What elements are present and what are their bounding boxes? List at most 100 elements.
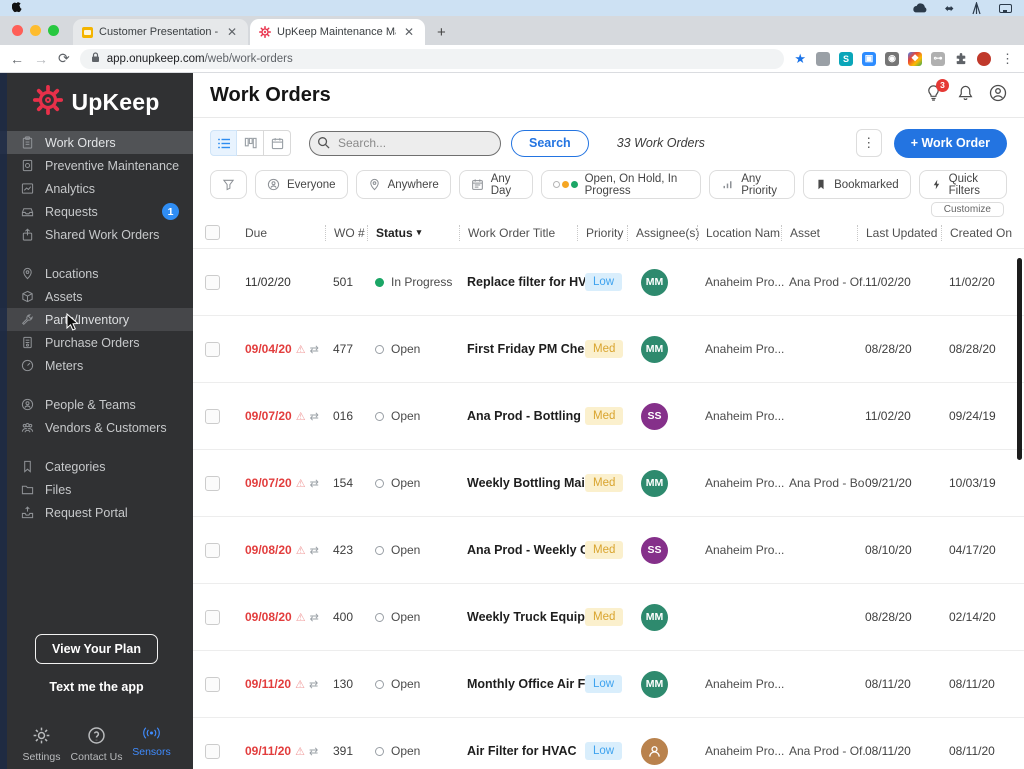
sidebar-item-purchase-orders[interactable]: Purchase Orders [0,331,193,354]
sidebar-item-request-portal[interactable]: Request Portal [0,501,193,524]
sidebar-item-analytics[interactable]: Analytics [0,177,193,200]
list-view-button[interactable] [210,130,237,156]
browser-tab-1[interactable]: Customer Presentation - Goo ✕ [73,19,248,45]
work-order-row[interactable]: 09/08/20 ⚠ ⇄ 400 Open Weekly Truck Equip... Me… [193,584,1024,651]
column-header-due[interactable]: Due [245,225,333,241]
column-header-assignee-s-[interactable]: Assignee(s) [627,224,705,241]
ext-puzzle-icon[interactable] [954,52,968,66]
column-header-last-updated[interactable]: Last Updated [857,224,949,241]
board-view-button[interactable] [237,130,264,156]
row-checkbox[interactable] [205,542,220,558]
filter-chip-statuses[interactable]: Open, On Hold, In Progress [540,170,702,199]
row-checkbox[interactable] [205,274,220,290]
row-checkbox[interactable] [205,475,220,491]
sidebar-item-files[interactable]: Files [0,478,193,501]
work-order-title-cell[interactable]: Monthly Office Air Fil... [467,677,585,691]
quick-filters-button[interactable]: Quick Filters [918,170,1007,199]
row-checkbox[interactable] [205,341,220,357]
browser-tab-2[interactable]: UpKeep Maintenance Manage ✕ [250,19,425,45]
reload-button[interactable]: ⟳ [58,50,70,67]
work-order-row[interactable]: 11/02/20 501 In Progress Replace filter for… [193,249,1024,316]
ext-camera-icon[interactable]: ◉ [885,51,899,66]
work-order-row[interactable]: 09/07/20⚠⇄ 016 OpenAna Prod - Bottling Li.… [193,383,1024,450]
text-me-the-app-link[interactable]: Text me the app [49,680,143,694]
sidebar-item-parts-inventory[interactable]: Parts/Inventory [0,308,193,331]
sidebar-item-requests[interactable]: Requests 1 [0,200,193,223]
ext-gray-icon[interactable] [816,51,830,66]
work-order-row[interactable]: 09/04/20⚠⇄477OpenFirst Friday PM ChecksM… [193,316,1024,383]
apple-icon[interactable] [12,1,23,15]
work-order-title-cell[interactable]: Ana Prod - Bottling Li... [467,409,585,423]
assignee-avatar[interactable] [641,737,668,765]
work-order-row[interactable]: 09/11/20 ⚠ ⇄ 391 Open Air Filter for HVAC Low A… [193,718,1024,769]
notifications-bell-icon[interactable] [957,84,974,107]
minimize-window-button[interactable] [30,25,41,36]
work-order-title-cell[interactable]: Ana Prod - Weekly Ca... [467,543,585,557]
assignee-avatar[interactable]: MM [641,268,668,296]
filter-chip-filter[interactable] [210,170,247,199]
lock-icon[interactable] [91,51,100,66]
sidebar-item-assets[interactable]: Assets [0,285,193,308]
sidebar-item-categories[interactable]: Categories [0,455,193,478]
search-input[interactable] [309,130,501,156]
tab-close-icon[interactable]: ✕ [225,25,239,39]
ext-s-icon[interactable]: S [839,51,853,66]
account-icon[interactable] [989,84,1007,107]
assignee-avatar[interactable]: MM [641,670,668,698]
more-options-button[interactable]: ⋮ [855,129,882,157]
sidebar-footer-contact-us[interactable]: Contact Us [69,726,124,763]
whats-new-bulb-icon[interactable]: 3 [925,78,949,107]
work-order-title-cell[interactable]: Weekly Bottling Main... [467,476,585,490]
assignee-avatar[interactable]: SS [641,402,668,430]
calendar-view-button[interactable] [264,130,291,156]
filter-chip-anywhere[interactable]: Anywhere [355,170,451,199]
sidebar-item-people-teams[interactable]: People & Teams [0,393,193,416]
column-header-asset[interactable]: Asset [781,224,865,241]
work-order-row[interactable]: 09/08/20⚠⇄ 423 OpenAna Prod - Weekly Ca...… [193,517,1024,584]
sidebar-item-locations[interactable]: Locations [0,262,193,285]
search-button[interactable]: Search [511,129,589,157]
filter-chip-everyone[interactable]: Everyone [255,170,348,199]
address-bar[interactable]: app.onupkeep.com/web/work-orders [79,48,785,69]
work-order-title-cell[interactable]: Replace filter for HVAC [467,275,585,289]
profile-avatar-icon[interactable] [977,51,991,66]
work-order-row[interactable]: 09/07/20⚠⇄ 154 OpenWeekly Bottling Main...… [193,450,1024,517]
shortcuts-icon[interactable] [971,1,982,15]
screen-mirroring-icon[interactable] [999,3,1012,13]
back-button[interactable]: ← [10,51,24,67]
sidebar-footer-sensors[interactable]: Sensors [124,726,179,763]
row-checkbox[interactable] [205,743,220,759]
assignee-avatar[interactable]: MM [641,335,668,363]
sidebar-footer-settings[interactable]: Settings [14,726,69,763]
cloud-icon[interactable] [912,2,928,14]
zoom-window-button[interactable] [48,25,59,36]
work-order-title-cell[interactable]: First Friday PM Checks [467,342,585,356]
column-header-created-on[interactable]: Created On [941,224,1024,241]
scrollbar-thumb[interactable] [1017,258,1022,460]
view-your-plan-button[interactable]: View Your Plan [35,634,158,664]
work-order-title-cell[interactable]: Weekly Truck Equip... [467,610,585,624]
close-window-button[interactable] [12,25,23,36]
ext-clip-icon[interactable]: ⊶ [931,51,945,66]
chrome-menu-button[interactable]: ⋮ [1001,51,1014,67]
new-work-order-button[interactable]: + Work Order [893,128,1007,158]
customize-columns-button[interactable]: Customize [930,202,1004,217]
ext-color-icon[interactable]: ❖ [908,51,922,66]
upkeep-logo[interactable]: UpKeep [0,77,193,127]
assignee-avatar[interactable]: MM [641,469,668,497]
work-order-title-cell[interactable]: Air Filter for HVAC [467,744,585,758]
sidebar-item-vendors-customers[interactable]: Vendors & Customers [0,416,193,439]
sidebar-item-meters[interactable]: Meters [0,354,193,377]
select-all-checkbox[interactable] [205,225,220,240]
column-header-location-nam[interactable]: Location Nam [697,224,789,241]
assignee-avatar[interactable]: SS [641,536,668,564]
ext-zoom-icon[interactable]: ▣ [862,51,876,66]
forward-button[interactable]: → [34,51,48,67]
column-header-work-order-title[interactable]: Work Order Title [459,224,585,241]
sidebar-item-shared-work-orders[interactable]: Shared Work Orders [0,223,193,246]
sidebar-item-preventive-maintenance[interactable]: Preventive Maintenance [0,154,193,177]
new-tab-button[interactable]: + [425,24,458,45]
tab-close-icon[interactable]: ✕ [402,25,416,39]
bookmark-star-icon[interactable]: ★ [794,51,806,67]
filter-chip-bookmarked[interactable]: Bookmarked [803,170,911,199]
